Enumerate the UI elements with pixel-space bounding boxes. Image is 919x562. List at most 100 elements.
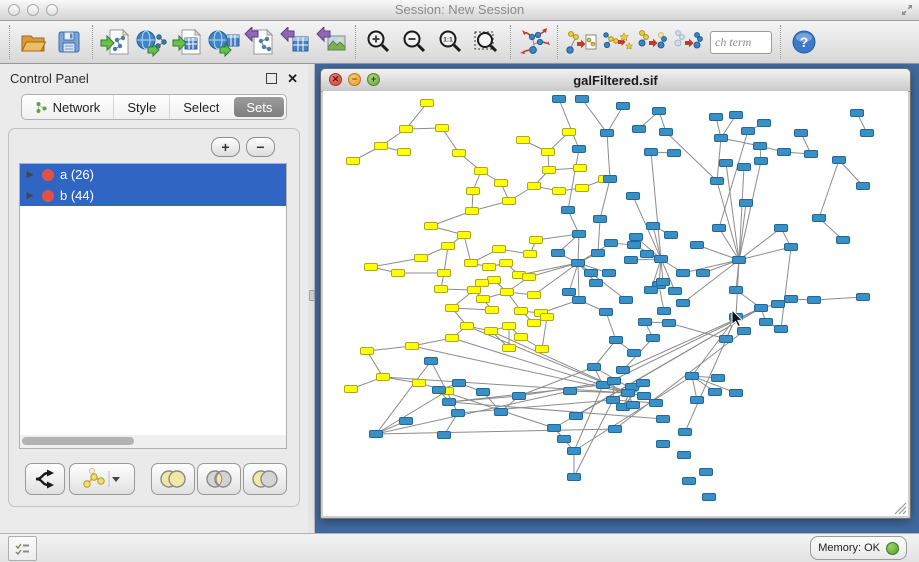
graph-node[interactable] bbox=[542, 149, 555, 156]
graph-node[interactable] bbox=[655, 256, 668, 263]
graph-node[interactable] bbox=[467, 188, 480, 195]
graph-node[interactable] bbox=[568, 474, 581, 481]
graph-node[interactable] bbox=[837, 237, 850, 244]
graph-node[interactable] bbox=[709, 389, 722, 396]
hide-selected-button[interactable] bbox=[635, 24, 671, 60]
graph-node[interactable] bbox=[347, 158, 360, 165]
graph-node[interactable] bbox=[574, 165, 587, 172]
graph-node[interactable] bbox=[637, 380, 650, 387]
zoom-actual-size-button[interactable]: 1:1 bbox=[433, 24, 469, 60]
graph-node[interactable] bbox=[785, 244, 798, 251]
graph-node[interactable] bbox=[720, 160, 733, 167]
graph-node[interactable] bbox=[452, 410, 465, 417]
graph-node[interactable] bbox=[657, 279, 670, 286]
graph-node[interactable] bbox=[564, 388, 577, 395]
graph-node[interactable] bbox=[663, 320, 676, 327]
tab-style[interactable]: Style bbox=[113, 95, 169, 119]
graph-node[interactable] bbox=[617, 103, 630, 110]
graph-node[interactable] bbox=[524, 251, 537, 258]
graph-node[interactable] bbox=[772, 301, 785, 308]
graph-node[interactable] bbox=[568, 448, 581, 455]
graph-node[interactable] bbox=[603, 270, 616, 277]
graph-node[interactable] bbox=[465, 260, 478, 267]
import-network-file-button[interactable] bbox=[98, 24, 134, 60]
minimize-network-window-button[interactable]: − bbox=[348, 73, 361, 86]
graph-node[interactable] bbox=[601, 130, 614, 137]
graph-node[interactable] bbox=[686, 373, 699, 380]
graph-node[interactable] bbox=[857, 183, 870, 190]
graph-node[interactable] bbox=[647, 223, 660, 230]
graph-node[interactable] bbox=[436, 125, 449, 132]
graph-node[interactable] bbox=[513, 393, 526, 400]
graph-node[interactable] bbox=[553, 96, 566, 103]
graph-node[interactable] bbox=[576, 185, 589, 192]
graph-node[interactable] bbox=[808, 297, 821, 304]
graph-node[interactable] bbox=[653, 108, 666, 115]
graph-node[interactable] bbox=[345, 386, 358, 393]
graph-node[interactable] bbox=[477, 389, 490, 396]
graph-node[interactable] bbox=[665, 232, 678, 239]
graph-node[interactable] bbox=[620, 297, 633, 304]
graph-node[interactable] bbox=[406, 343, 419, 350]
graph-node[interactable] bbox=[515, 334, 528, 341]
graph-node[interactable] bbox=[609, 426, 622, 433]
graph-node[interactable] bbox=[435, 286, 448, 293]
graph-node[interactable] bbox=[691, 397, 704, 404]
panel-splitter[interactable] bbox=[308, 64, 315, 533]
graph-node[interactable] bbox=[700, 469, 713, 476]
graph-node[interactable] bbox=[483, 264, 496, 271]
zoom-out-button[interactable] bbox=[397, 24, 433, 60]
graph-node[interactable] bbox=[486, 307, 499, 314]
graph-node[interactable] bbox=[657, 441, 670, 448]
graph-node[interactable] bbox=[361, 348, 374, 355]
graph-node[interactable] bbox=[570, 413, 583, 420]
graph-node[interactable] bbox=[645, 287, 658, 294]
graph-node[interactable] bbox=[446, 335, 459, 342]
graph-node[interactable] bbox=[639, 319, 652, 326]
network-view-window[interactable]: ✕ − + galFiltered.sif bbox=[320, 68, 911, 519]
graph-node[interactable] bbox=[775, 326, 788, 333]
graph-node[interactable] bbox=[805, 151, 818, 158]
graph-node[interactable] bbox=[647, 335, 660, 342]
network-window-titlebar[interactable]: ✕ − + galFiltered.sif bbox=[321, 69, 910, 92]
graph-node[interactable] bbox=[795, 130, 808, 137]
graph-node[interactable] bbox=[585, 270, 598, 277]
graph-node[interactable] bbox=[573, 297, 586, 304]
scrollbar-thumb[interactable] bbox=[22, 437, 134, 445]
graph-node[interactable] bbox=[485, 328, 498, 335]
graph-node[interactable] bbox=[677, 300, 690, 307]
graph-node[interactable] bbox=[503, 345, 516, 352]
graph-node[interactable] bbox=[438, 432, 451, 439]
import-table-web-button[interactable] bbox=[206, 24, 242, 60]
graph-node[interactable] bbox=[475, 168, 488, 175]
close-network-window-button[interactable]: ✕ bbox=[329, 73, 342, 86]
graph-node[interactable] bbox=[607, 397, 620, 404]
graph-node[interactable] bbox=[730, 287, 743, 294]
graph-node[interactable] bbox=[523, 274, 536, 281]
graph-node[interactable] bbox=[600, 309, 613, 316]
graph-node[interactable] bbox=[733, 257, 746, 264]
graph-node[interactable] bbox=[861, 130, 874, 137]
expander-icon[interactable]: ▶ bbox=[20, 169, 40, 180]
graph-node[interactable] bbox=[740, 200, 753, 207]
graph-node[interactable] bbox=[576, 96, 589, 103]
graph-node[interactable] bbox=[528, 183, 541, 190]
graph-node[interactable] bbox=[703, 494, 716, 501]
graph-node[interactable] bbox=[628, 242, 641, 249]
help-button[interactable]: ? bbox=[786, 24, 822, 60]
graph-node[interactable] bbox=[453, 150, 466, 157]
graph-node[interactable] bbox=[392, 270, 405, 277]
window-resize-grip[interactable] bbox=[895, 503, 906, 514]
graph-node[interactable] bbox=[650, 400, 663, 407]
graph-node[interactable] bbox=[720, 336, 733, 343]
graph-node[interactable] bbox=[658, 308, 671, 315]
graph-node[interactable] bbox=[398, 149, 411, 156]
graph-node[interactable] bbox=[528, 292, 541, 299]
graph-node[interactable] bbox=[453, 380, 466, 387]
graph-node[interactable] bbox=[617, 367, 630, 374]
graph-node[interactable] bbox=[742, 128, 755, 135]
tab-network[interactable]: Network bbox=[22, 95, 114, 119]
graph-node[interactable] bbox=[558, 436, 571, 443]
graph-node[interactable] bbox=[638, 393, 651, 400]
graph-node[interactable] bbox=[710, 114, 723, 121]
